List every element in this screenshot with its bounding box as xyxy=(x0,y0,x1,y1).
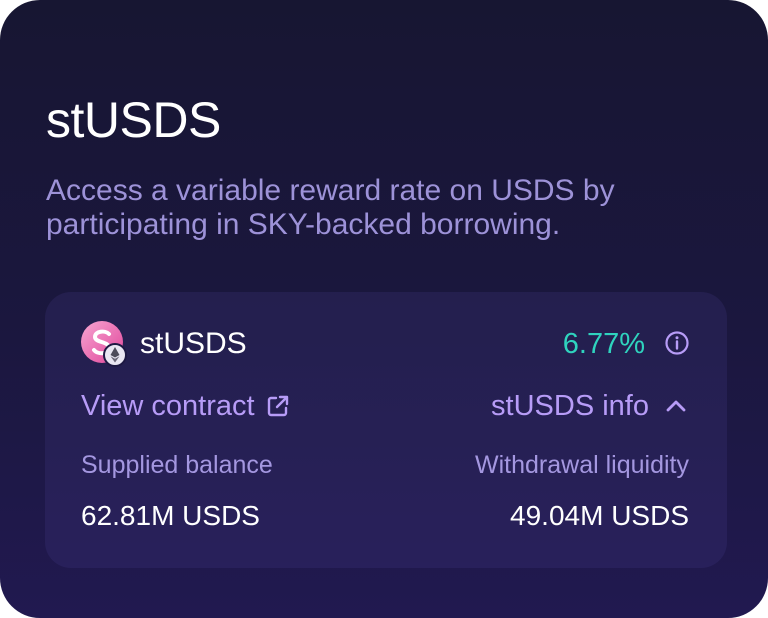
stusds-card: stUSDS Access a variable reward rate on … xyxy=(0,0,768,618)
card-description: Access a variable reward rate on USDS by… xyxy=(46,174,615,241)
card-title: stUSDS xyxy=(46,92,221,148)
supplied-balance-value: 62.81M USDS xyxy=(81,500,260,531)
supplied-balance-label: Supplied balance xyxy=(81,451,273,479)
view-contract-link[interactable]: View contract xyxy=(81,388,291,424)
view-contract-label: View contract xyxy=(81,390,255,422)
token-info-panel: stUSDS 6.77% View contract stUSDS info S… xyxy=(45,292,727,568)
info-icon[interactable] xyxy=(664,330,690,356)
withdrawal-liquidity-value: 49.04M USDS xyxy=(510,500,689,531)
stusds-info-toggle[interactable]: stUSDS info xyxy=(491,388,689,424)
stusds-info-label: stUSDS info xyxy=(491,390,649,422)
token-name: stUSDS xyxy=(140,327,247,360)
external-link-icon xyxy=(267,395,288,417)
stusds-logo-icon xyxy=(81,321,127,367)
reward-rate: 6.77% xyxy=(562,328,645,360)
chevron-up-icon xyxy=(666,400,686,412)
withdrawal-liquidity-label: Withdrawal liquidity xyxy=(475,451,689,479)
